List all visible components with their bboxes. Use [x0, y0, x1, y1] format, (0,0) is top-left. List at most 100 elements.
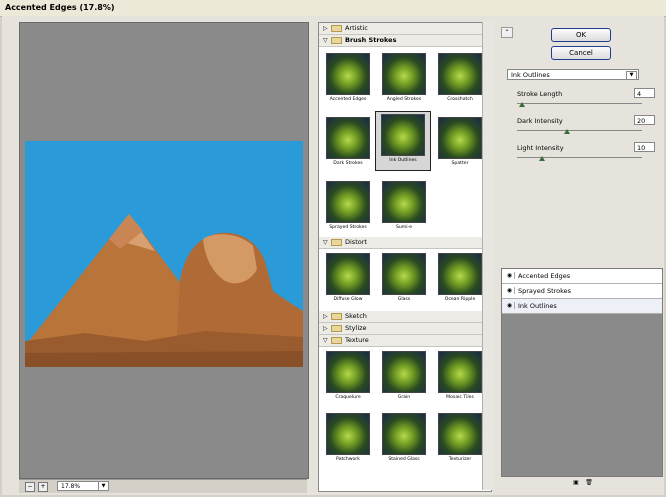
gallery-scrollbar[interactable] [482, 22, 493, 490]
category-sketch[interactable]: ▷ Sketch [319, 311, 491, 323]
category-label: Brush Strokes [345, 36, 397, 44]
effect-layer[interactable]: ◉ Accented Edges [502, 269, 662, 284]
filter-label: Sprayed Strokes [329, 225, 367, 230]
new-layer-icon[interactable]: ▣ [572, 479, 580, 487]
filter-thumbnail [382, 351, 426, 393]
effect-layer[interactable]: ◉ Ink Outlines [502, 299, 662, 314]
layer-label: Ink Outlines [518, 302, 557, 310]
filter-ink-outlines[interactable]: Ink Outlines [375, 111, 431, 171]
category-texture[interactable]: ▽ Texture [319, 335, 491, 347]
chevron-down-icon: ▽ [323, 337, 328, 344]
slider-knob[interactable] [519, 102, 525, 107]
filter-craquelure[interactable]: Craquelure [325, 351, 371, 400]
filter-label: Ocean Ripple [444, 297, 476, 302]
chevron-right-icon: ▷ [323, 25, 328, 32]
filter-grain[interactable]: Grain [381, 351, 427, 400]
filter-thumbnail [438, 351, 482, 393]
zoom-value: 17.8% [61, 483, 81, 490]
filter-mosaic-tiles[interactable]: Mosaic Tiles [437, 351, 483, 400]
folder-icon [331, 324, 342, 332]
layer-label: Sprayed Strokes [518, 287, 572, 295]
filter-select-value: Ink Outlines [511, 71, 550, 79]
category-brush-strokes[interactable]: ▽ Brush Strokes [319, 35, 491, 47]
filter-thumbnail [326, 253, 370, 295]
filter-sprayed-strokes[interactable]: Sprayed Strokes [325, 181, 371, 230]
filter-patchwork[interactable]: Patchwork [325, 413, 371, 462]
texture-grid: Craquelure Grain Mosaic Tiles Patchwork … [319, 347, 491, 477]
folder-icon [331, 312, 342, 320]
category-label: Texture [345, 336, 369, 344]
filter-thumbnail [438, 253, 482, 295]
filter-thumbnail [438, 117, 482, 159]
filter-texturizer[interactable]: Texturizer [437, 413, 483, 462]
zoom-in-button[interactable]: + [38, 482, 48, 492]
preview-pane[interactable] [19, 22, 309, 479]
eye-icon[interactable]: ◉ [505, 272, 515, 279]
zoom-bar: − + 17.8% ▼ [19, 479, 307, 493]
filter-sumi-e[interactable]: Sumi-e [381, 181, 427, 230]
trash-icon[interactable]: 🗑 [585, 479, 593, 487]
category-label: Artistic [345, 24, 368, 32]
filter-label: Diffuse Glow [333, 297, 363, 302]
distort-grid: Diffuse Glow Glass Ocean Ripple [319, 249, 491, 311]
filter-label: Glass [397, 297, 411, 302]
filter-stained-glass[interactable]: Stained Glass [381, 413, 427, 462]
param-label: Light Intensity [517, 144, 564, 152]
slider-track[interactable] [517, 130, 642, 131]
param-input[interactable]: 4 [634, 88, 655, 98]
filter-accented-edges[interactable]: Accented Edges [325, 53, 371, 102]
filter-thumbnail [382, 253, 426, 295]
zoom-out-button[interactable]: − [25, 482, 35, 492]
chevron-right-icon: ▷ [323, 325, 328, 332]
filter-label: Grain [397, 395, 411, 400]
slider-knob[interactable] [539, 156, 545, 161]
filter-thumbnail [326, 181, 370, 223]
filter-ocean-ripple[interactable]: Ocean Ripple [437, 253, 483, 302]
effect-layer[interactable]: ◉ Sprayed Strokes [502, 284, 662, 299]
title-bar: Accented Edges (17.8%) [0, 0, 666, 17]
slider-track[interactable] [517, 103, 642, 104]
slider-knob[interactable] [564, 129, 570, 134]
pyramid-sphinx-image [25, 141, 303, 367]
filter-label: Texturizer [448, 457, 472, 462]
folder-icon [331, 336, 342, 344]
filter-label: Accented Edges [329, 97, 367, 102]
filter-thumbnail [438, 53, 482, 95]
filter-diffuse-glow[interactable]: Diffuse Glow [325, 253, 371, 302]
filter-label: Dark Strokes [333, 161, 363, 166]
category-stylize[interactable]: ▷ Stylize [319, 323, 491, 335]
slider-track[interactable] [517, 157, 642, 158]
chevron-right-icon: ▷ [323, 313, 328, 320]
filter-crosshatch[interactable]: Crosshatch [437, 53, 483, 102]
window-title: Accented Edges (17.8%) [5, 3, 115, 12]
filter-label: Ink Outlines [389, 158, 417, 163]
category-label: Sketch [345, 312, 367, 320]
category-artistic[interactable]: ▷ Artistic [319, 23, 491, 35]
filter-select[interactable]: Ink Outlines ▼ [507, 69, 639, 80]
filter-spatter[interactable]: Spatter [437, 117, 483, 166]
chevron-up-icon[interactable]: ⌃ [501, 27, 513, 38]
filter-glass[interactable]: Glass [381, 253, 427, 302]
category-distort[interactable]: ▽ Distort [319, 237, 491, 249]
ok-button[interactable]: OK [551, 28, 611, 42]
preview-image [25, 141, 303, 367]
param-label: Stroke Length [517, 90, 563, 98]
param-input[interactable]: 20 [634, 115, 655, 125]
eye-icon[interactable]: ◉ [505, 287, 515, 294]
eye-icon[interactable]: ◉ [505, 302, 515, 309]
filter-label: Patchwork [336, 457, 360, 462]
folder-icon [331, 36, 342, 44]
filter-parameters: Stroke Length 4 Dark Intensity 20 Light … [507, 84, 655, 166]
filter-thumbnail [381, 114, 425, 156]
filter-gallery: ▷ Artistic ▽ Brush Strokes Accented Edges … [318, 22, 492, 492]
param-input[interactable]: 10 [634, 142, 655, 152]
cancel-button[interactable]: Cancel [551, 46, 611, 60]
filter-dark-strokes[interactable]: Dark Strokes [325, 117, 371, 166]
filter-thumbnail [382, 413, 426, 455]
filter-thumbnail [326, 413, 370, 455]
filter-label: Spatter [451, 161, 469, 166]
filter-label: Mosaic Tiles [446, 395, 474, 400]
filter-angled-strokes[interactable]: Angled Strokes [381, 53, 427, 102]
zoom-select[interactable]: 17.8% ▼ [57, 481, 109, 491]
category-label: Distort [345, 238, 367, 246]
